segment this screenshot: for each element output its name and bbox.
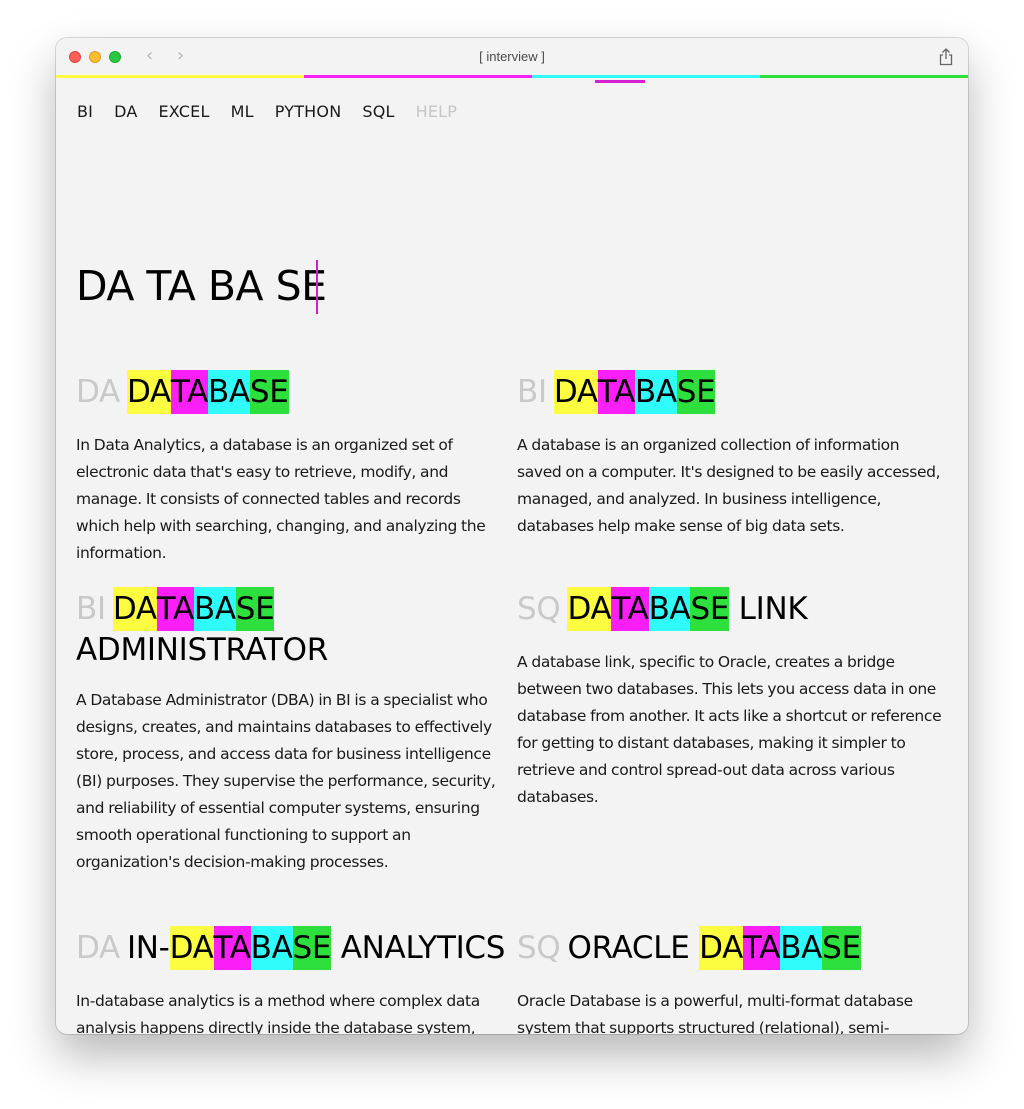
- term-category: SQ: [517, 591, 561, 627]
- page-content: BI DA EXCEL ML PYTHON SQL HELP DA TA BA SE DA D…: [56, 78, 968, 1034]
- term-card: DA IN-DATABASE ANALYTICS In-database anal…: [76, 926, 512, 1034]
- term-heading: SQ DATABASE LINK: [517, 587, 947, 631]
- term-suffix: LINK: [738, 591, 808, 627]
- title-bar: ‹ › [ interview ]: [56, 38, 968, 76]
- highlight-segment: SE: [822, 926, 861, 970]
- text-cursor: [316, 260, 318, 314]
- term-heading: BI DATABASE: [517, 370, 947, 414]
- term-category: BI: [517, 374, 547, 410]
- highlight-segment: DA: [169, 926, 214, 970]
- browser-window: ‹ › [ interview ] BI DA EXCEL ML PYTHON SQL HE…: [56, 38, 968, 1034]
- menu-item-python[interactable]: PYTHON: [275, 102, 342, 121]
- term-word: DATABASE: [112, 587, 275, 631]
- window-title: [ interview ]: [479, 49, 545, 64]
- term-word: DATABASE: [699, 926, 861, 970]
- term-suffix: ANALYTICS: [340, 930, 506, 966]
- highlight-segment: TA: [213, 926, 251, 970]
- highlight-segment: DA: [699, 926, 743, 970]
- term-word: DATABASE: [567, 587, 729, 631]
- term-card: DA DATABASE In Data Analytics, a database…: [76, 370, 506, 567]
- term-card: BI DATABASE ADMINISTRATOR A Database Admi…: [76, 587, 508, 876]
- term-category: DA: [76, 374, 120, 410]
- term-card: SQ DATABASE LINK A database link, specifi…: [517, 587, 947, 811]
- highlight-segment: TA: [156, 587, 194, 631]
- term-category: DA: [76, 930, 120, 966]
- highlight-segment: SE: [249, 370, 289, 414]
- term-description: Oracle Database is a powerful, multi-for…: [517, 992, 913, 1034]
- highlight-segment: BA: [250, 926, 293, 970]
- term-heading: BI DATABASE ADMINISTRATOR: [76, 587, 508, 669]
- term-description: A Database Administrator (DBA) in BI is …: [76, 691, 496, 871]
- highlight-segment: TA: [743, 926, 780, 970]
- term-description: A database is an organized collection of…: [517, 436, 941, 535]
- term-heading: DA IN-DATABASE ANALYTICS: [76, 926, 512, 970]
- highlight-segment: SE: [690, 587, 729, 631]
- highlight-segment: TA: [170, 370, 208, 414]
- highlight-segment: SE: [676, 370, 716, 414]
- term-category: BI: [76, 591, 106, 627]
- term-description: In-database analytics is a method where …: [76, 992, 480, 1034]
- highlight-segment: BA: [193, 587, 236, 631]
- page-title: DA TA BA SE: [76, 262, 327, 310]
- highlight-segment: DA: [553, 370, 598, 414]
- term-prefix-text: ORACLE: [567, 930, 690, 966]
- menu-item-help[interactable]: HELP: [416, 102, 458, 121]
- highlight-segment: DA: [112, 587, 157, 631]
- term-description: In Data Analytics, a database is an orga…: [76, 436, 486, 562]
- highlight-segment: SE: [292, 926, 331, 970]
- term-description: A database link, specific to Oracle, cre…: [517, 653, 942, 806]
- term-word: DATABASE: [126, 370, 289, 414]
- term-category: SQ: [517, 930, 561, 966]
- menu-item-ml[interactable]: ML: [231, 102, 254, 121]
- menu-item-sql[interactable]: SQL: [362, 102, 394, 121]
- term-heading: DA DATABASE: [76, 370, 506, 414]
- term-card: BI DATABASE A database is an organized co…: [517, 370, 947, 540]
- highlight-segment: DA: [126, 370, 171, 414]
- highlight-segment: BA: [780, 926, 822, 970]
- menu-item-bi[interactable]: BI: [77, 102, 93, 121]
- share-icon[interactable]: [938, 48, 954, 66]
- top-menu: BI DA EXCEL ML PYTHON SQL HELP: [77, 102, 478, 124]
- term-suffix: ADMINISTRATOR: [76, 632, 328, 668]
- term-heading: SQ ORACLE DATABASE: [517, 926, 947, 970]
- highlight-segment: BA: [208, 370, 250, 414]
- menu-item-da[interactable]: DA: [114, 102, 137, 121]
- term-prefix-text: IN-: [126, 930, 170, 966]
- highlight-segment: TA: [597, 370, 635, 414]
- menu-item-excel[interactable]: EXCEL: [159, 102, 210, 121]
- highlight-segment: TA: [611, 587, 649, 631]
- highlight-segment: BA: [634, 370, 677, 414]
- term-card: SQ ORACLE DATABASE Oracle Database is a p…: [517, 926, 947, 1034]
- highlight-segment: SE: [235, 587, 275, 631]
- highlight-segment: BA: [648, 587, 691, 631]
- highlight-segment: DA: [567, 587, 612, 631]
- term-word: DATABASE: [553, 370, 716, 414]
- term-word: DATABASE: [169, 926, 331, 970]
